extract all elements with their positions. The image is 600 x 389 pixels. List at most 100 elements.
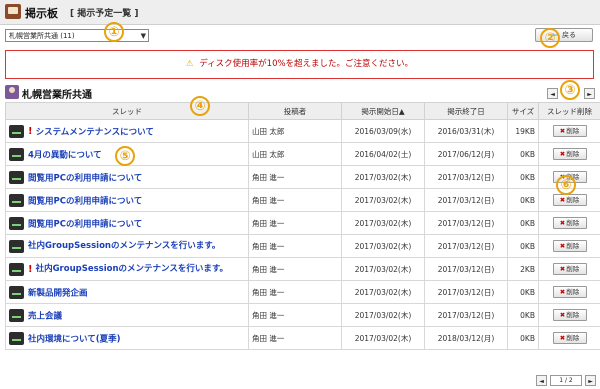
thread-cell: 新製品開発企画 <box>5 280 249 304</box>
delete-cell: ✖削除 <box>538 257 600 281</box>
delete-button[interactable]: ✖削除 <box>552 217 587 229</box>
size-cell: 0KB <box>507 165 539 189</box>
start-date-cell: 2017/03/02(木) <box>341 188 425 212</box>
alert-text: ディスク使用率が10%を超えました。ご注意ください。 <box>199 59 414 69</box>
end-date-cell: 2017/03/12(日) <box>424 211 508 235</box>
start-date-cell: 2016/03/09(水) <box>341 119 425 143</box>
delete-button[interactable]: ✖削除 <box>552 240 587 252</box>
next-page-button[interactable]: ► <box>584 88 595 99</box>
delete-button[interactable]: ✖削除 <box>552 286 587 298</box>
thread-link[interactable]: システムメンテナンスについて <box>36 127 154 137</box>
table-row: 新製品開発企画 角田 進一 2017/03/02(木) 2017/03/12(日) 0K… <box>5 280 600 304</box>
start-date-cell: 2017/03/02(木) <box>341 326 425 350</box>
forum-select-value: 札幌営業所共通 (11) <box>9 32 75 40</box>
prev-page-button[interactable]: ◄ <box>547 88 558 99</box>
bottom-pager: ◄ 1 / 2 ► <box>536 375 596 386</box>
thread-link[interactable]: 社内GroupSessionのメンテナンスを行います。 <box>36 264 228 274</box>
thread-link[interactable]: 社内GroupSessionのメンテナンスを行います。 <box>28 241 220 251</box>
delete-button[interactable]: ✖削除 <box>552 194 587 206</box>
table-header-row: スレッド 投稿者 掲示開始日▲ 掲示終了日 サイズ スレッド削除 <box>5 102 600 120</box>
size-cell: 0KB <box>507 326 539 350</box>
header-thread[interactable]: スレッド <box>5 102 249 120</box>
table-row: ! 社内GroupSessionのメンテナンスを行います。 角田 進一 2017/03… <box>5 257 600 281</box>
page-select[interactable]: 1 / 2 <box>550 375 582 386</box>
delete-button[interactable]: ✖削除 <box>552 148 587 160</box>
size-cell: 2KB <box>507 257 539 281</box>
thread-link[interactable]: 閲覧用PCの利用申請について <box>28 173 142 183</box>
start-date-cell: 2017/03/02(木) <box>341 257 425 281</box>
delete-cell: ✖削除 <box>538 234 600 258</box>
disk-usage-alert: ⚠ ディスク使用率が10%を超えました。ご注意ください。 <box>5 50 594 79</box>
thread-link[interactable]: 閲覧用PCの利用申請について <box>28 196 142 206</box>
thread-icon <box>9 124 24 138</box>
warning-icon: ⚠ <box>185 59 194 69</box>
delete-button[interactable]: ✖削除 <box>552 332 587 344</box>
start-date-cell: 2017/03/02(木) <box>341 303 425 327</box>
end-date-cell: 2018/03/12(月) <box>424 326 508 350</box>
delete-button[interactable]: ✖削除 <box>552 309 587 321</box>
start-date-cell: 2017/03/02(木) <box>341 234 425 258</box>
delete-label: 削除 <box>566 288 580 296</box>
thread-cell: 社内環境について(夏季) <box>5 326 249 350</box>
prev-page-button-bottom[interactable]: ◄ <box>536 375 547 386</box>
delete-label: 削除 <box>566 150 580 158</box>
thread-link[interactable]: 閲覧用PCの利用申請について <box>28 219 142 229</box>
start-date-cell: 2017/03/02(木) <box>341 280 425 304</box>
chevron-down-icon: ▼ <box>140 32 146 40</box>
thread-link[interactable]: 4月の異動について <box>28 150 102 160</box>
delete-label: 削除 <box>566 242 580 250</box>
thread-cell: 閲覧用PCの利用申請について <box>5 188 249 212</box>
next-page-button-bottom[interactable]: ► <box>585 375 596 386</box>
poster-cell: 角田 進一 <box>248 280 342 304</box>
delete-button[interactable]: ✖削除 <box>552 125 587 137</box>
size-cell: 0KB <box>507 188 539 212</box>
thread-cell: 売上会議 <box>5 303 249 327</box>
forum-title: 札幌営業所共通 <box>22 90 92 101</box>
delete-icon: ✖ <box>559 265 566 273</box>
header-poster[interactable]: 投稿者 <box>248 102 342 120</box>
table-row: 社内環境について(夏季) 角田 進一 2017/03/02(木) 2018/03/12… <box>5 326 600 350</box>
delete-icon: ✖ <box>559 196 566 204</box>
size-cell: 19KB <box>507 119 539 143</box>
thread-cell: ! 社内GroupSessionのメンテナンスを行います。 <box>5 257 249 281</box>
end-date-cell: 2017/03/12(日) <box>424 303 508 327</box>
table-row: ! システムメンテナンスについて 山田 太郎 2016/03/09(水) 2016/03… <box>5 119 600 143</box>
delete-cell: ✖削除 <box>538 280 600 304</box>
thread-icon <box>9 262 24 276</box>
thread-link[interactable]: 売上会議 <box>28 311 62 321</box>
header-start-date[interactable]: 掲示開始日▲ <box>341 102 425 120</box>
size-cell: 0KB <box>507 234 539 258</box>
header-end-date[interactable]: 掲示終了日 <box>424 102 508 120</box>
header-delete: スレッド削除 <box>538 102 600 120</box>
end-date-cell: 2017/03/12(日) <box>424 165 508 189</box>
poster-cell: 角田 進一 <box>248 165 342 189</box>
forum-select[interactable]: 札幌営業所共通 (11) ▼ <box>5 29 149 42</box>
thread-cell: 社内GroupSessionのメンテナンスを行います。 <box>5 234 249 258</box>
delete-cell: ✖削除 <box>538 142 600 166</box>
table-row: 閲覧用PCの利用申請について 角田 進一 2017/03/02(木) 2017/03/… <box>5 211 600 235</box>
thread-icon <box>9 147 24 161</box>
thread-cell: 閲覧用PCの利用申請について <box>5 165 249 189</box>
delete-icon: ✖ <box>559 334 566 342</box>
delete-button[interactable]: ✖削除 <box>552 263 587 275</box>
thread-icon <box>9 193 24 207</box>
poster-cell: 山田 太郎 <box>248 142 342 166</box>
delete-label: 削除 <box>566 334 580 342</box>
delete-icon: ✖ <box>559 311 566 319</box>
important-icon: ! <box>28 125 33 137</box>
end-date-cell: 2017/03/12(日) <box>424 234 508 258</box>
bulletin-board-icon <box>5 4 21 19</box>
poster-cell: 山田 太郎 <box>248 119 342 143</box>
size-cell: 0KB <box>507 303 539 327</box>
header-size[interactable]: サイズ <box>507 102 539 120</box>
back-button-label: 戻る <box>562 31 577 39</box>
start-date-cell: 2017/03/02(木) <box>341 211 425 235</box>
thread-cell: ! システムメンテナンスについて <box>5 119 249 143</box>
table-row: 4月の異動について 山田 太郎 2016/04/02(土) 2017/06/12(月)… <box>5 142 600 166</box>
thread-link[interactable]: 新製品開発企画 <box>28 288 88 298</box>
end-date-cell: 2017/03/12(日) <box>424 188 508 212</box>
page-subtitle: [ 掲示予定一覧 ] <box>70 9 139 19</box>
marker-2: ② <box>540 28 560 48</box>
marker-3: ③ <box>560 80 580 100</box>
thread-link[interactable]: 社内環境について(夏季) <box>28 334 121 344</box>
